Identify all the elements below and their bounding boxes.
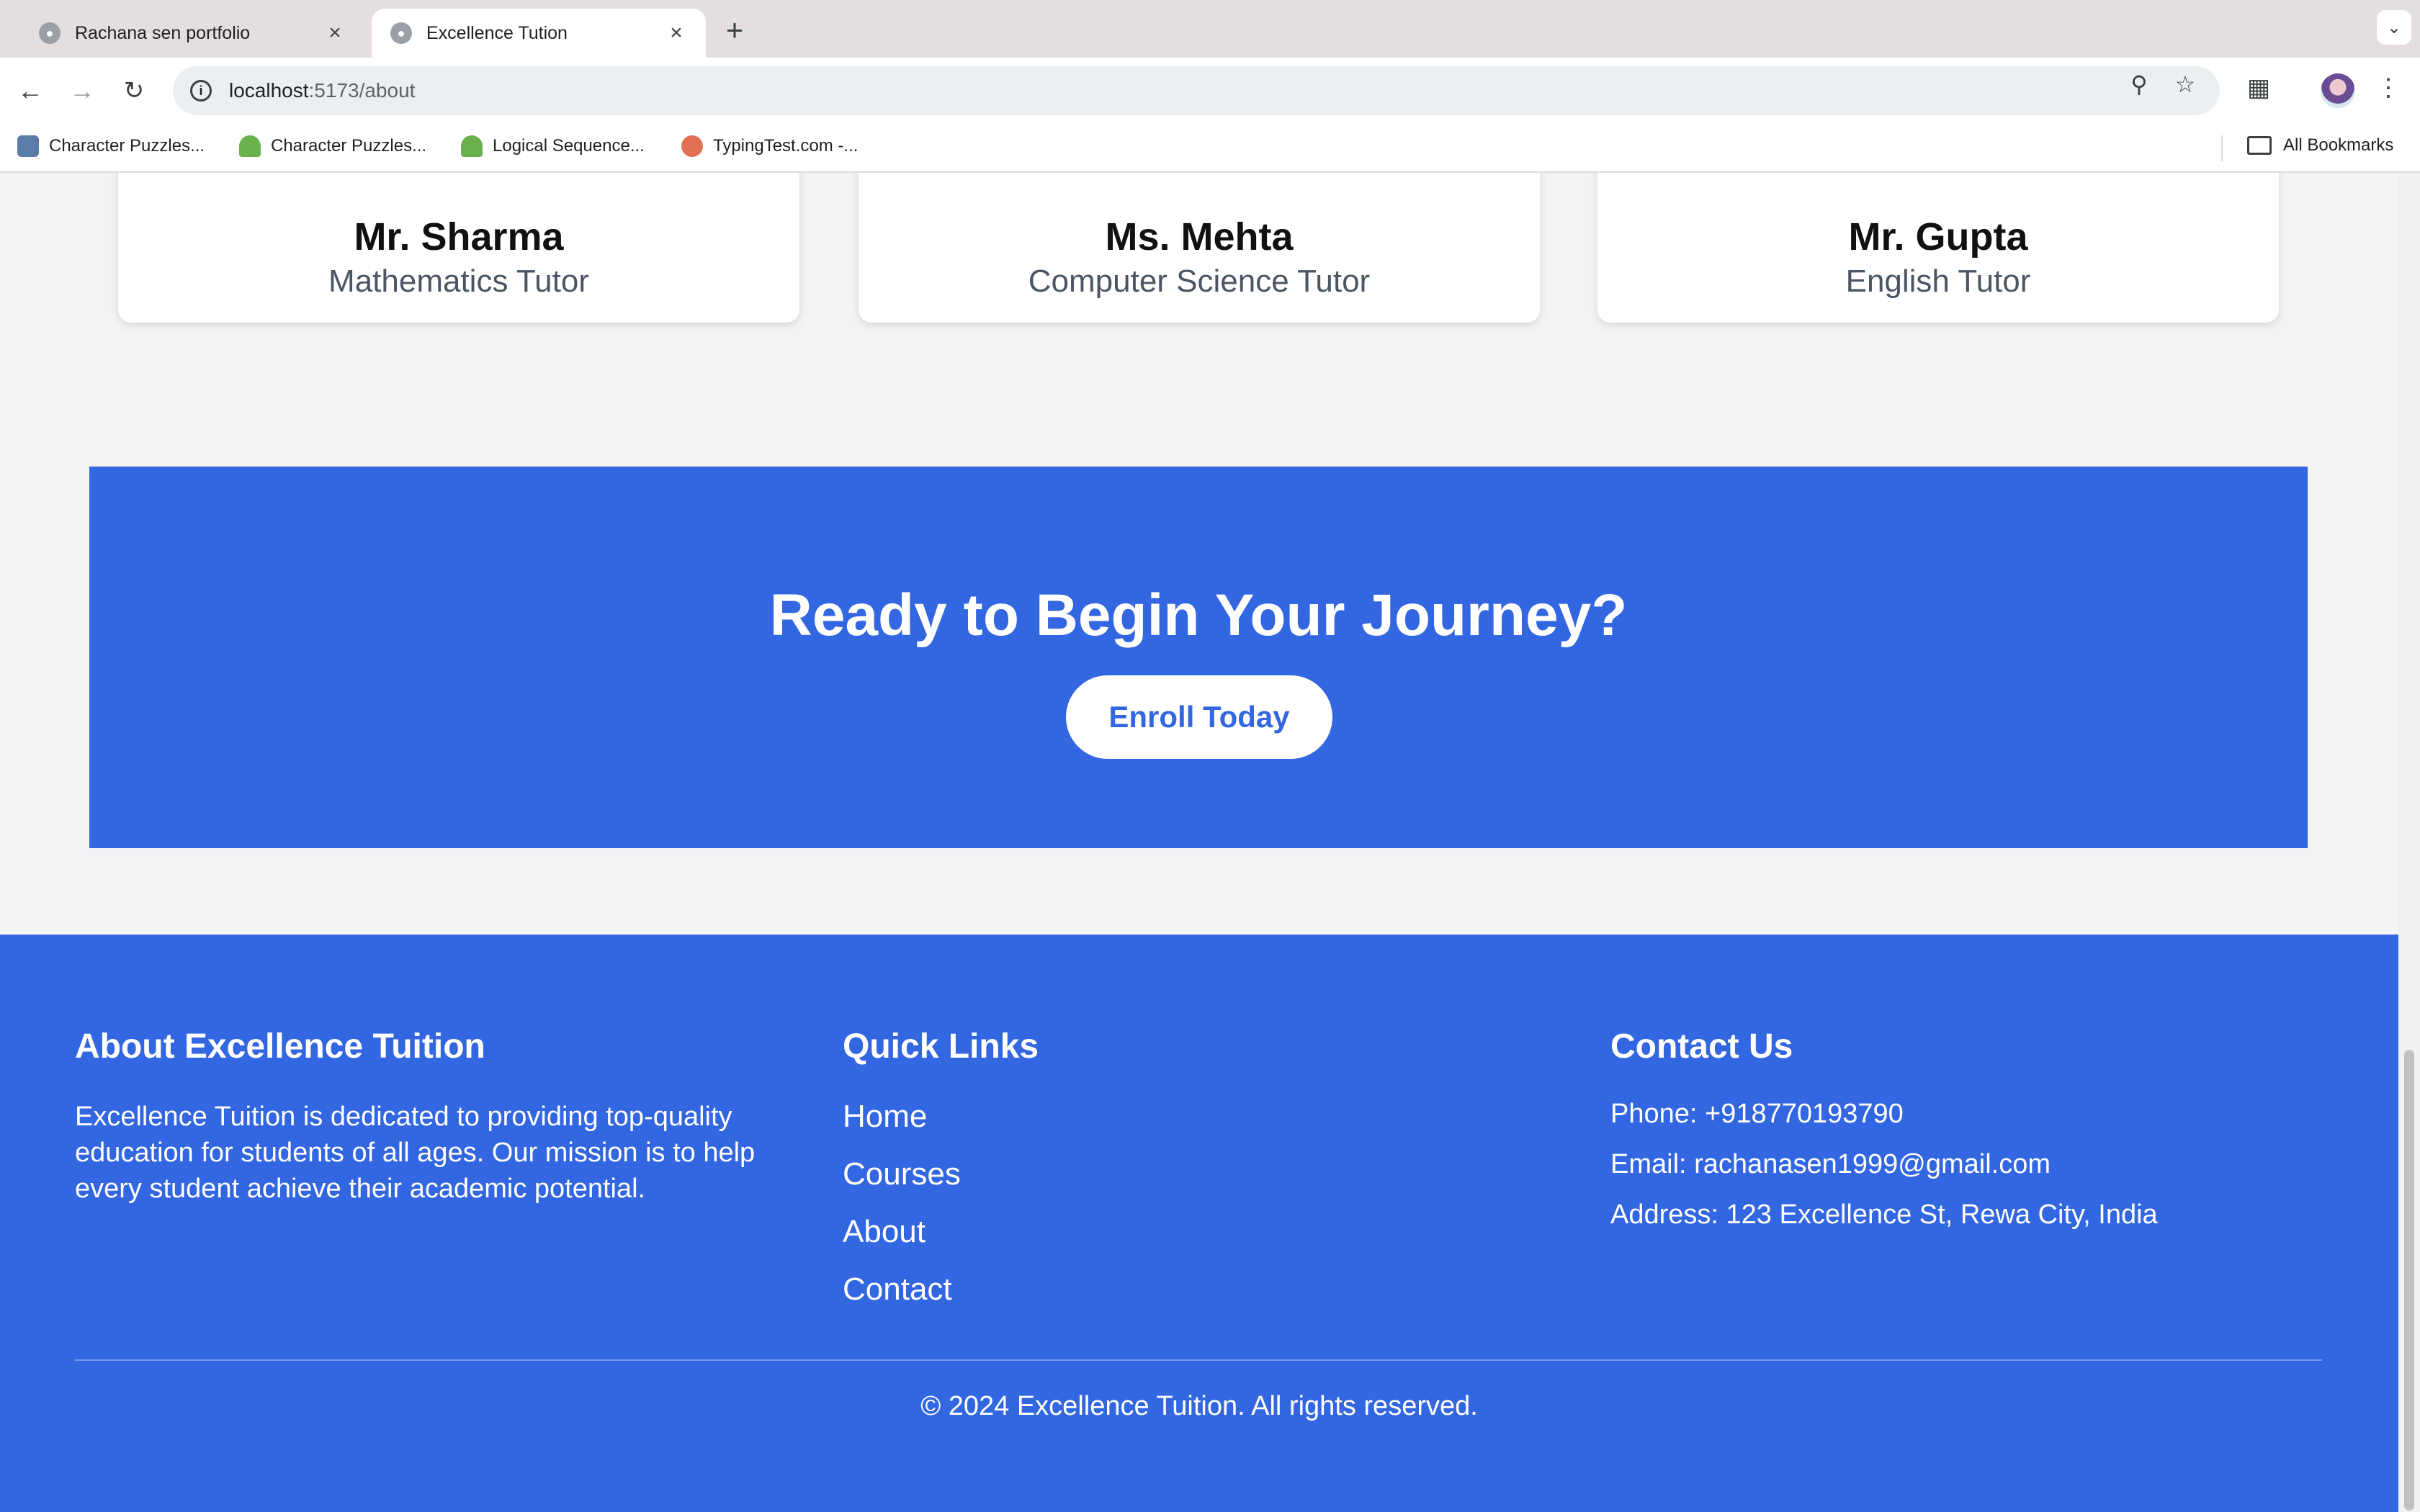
browser-toolbar: ← → ↻ i localhost:5173/about ⚲ ☆ ▦ ⋮ (0, 58, 2420, 124)
umbrella-icon (239, 135, 261, 157)
address-path: :5173/about (308, 79, 416, 102)
bookmarks-divider (2221, 135, 2223, 161)
footer-contact-heading: Contact Us (1610, 1027, 1793, 1066)
tab-strip: ● Rachana sen portfolio × ● Excellence T… (0, 0, 2420, 58)
footer-link-courses[interactable]: Courses (843, 1156, 961, 1192)
close-icon[interactable]: × (324, 21, 346, 45)
footer-copyright: © 2024 Excellence Tuition. All rights re… (920, 1391, 1478, 1421)
bookmark-label: Logical Sequence... (493, 136, 645, 156)
back-arrow-icon[interactable]: ← (13, 73, 48, 108)
menu-kebab-icon[interactable]: ⋮ (2371, 73, 2406, 108)
footer-contact-email: Email: rachanasen1999@gmail.com (1610, 1149, 2051, 1179)
scrollbar-thumb[interactable] (2404, 1050, 2414, 1511)
typingtest-favicon-icon (681, 135, 703, 157)
folder-icon (2247, 136, 2272, 155)
tutor-card: Mr. Gupta English Tutor (1597, 173, 2279, 323)
tab-title: Rachana sen portfolio (75, 22, 251, 43)
browser-tab[interactable]: ● Rachana sen portfolio × (20, 9, 364, 58)
footer-link-home[interactable]: Home (843, 1099, 927, 1135)
bookmark-label: TypingTest.com -... (713, 136, 859, 156)
footer-about-heading: About Excellence Tuition (75, 1027, 485, 1066)
zoom-icon[interactable]: ⚲ (2125, 71, 2154, 99)
forward-arrow-icon[interactable]: → (65, 73, 99, 108)
browser-tab-active[interactable]: ● Excellence Tution × (372, 9, 706, 58)
tutor-subject: Computer Science Tutor (1028, 264, 1371, 299)
globe-icon: ● (390, 22, 412, 44)
bookmark-item[interactable]: Character Puzzles... (239, 135, 426, 157)
tutor-name: Ms. Mehta (1105, 215, 1294, 258)
site-footer: About Excellence Tuition Excellence Tuit… (0, 935, 2398, 1512)
reload-icon[interactable]: ↻ (117, 73, 151, 108)
footer-contact-phone: Phone: +918770193790 (1610, 1099, 1904, 1129)
address-host: localhost (229, 79, 309, 102)
cta-title: Ready to Begin Your Journey? (769, 582, 1628, 648)
tutor-subject: Mathematics Tutor (328, 264, 589, 299)
bookmark-star-icon[interactable]: ☆ (2171, 71, 2200, 99)
all-bookmarks-button[interactable]: All Bookmarks (2247, 135, 2393, 156)
bookmark-label: Character Puzzles... (49, 136, 205, 156)
footer-contact-address: Address: 123 Excellence St, Rewa City, I… (1610, 1200, 2158, 1230)
footer-quick-links-heading: Quick Links (843, 1027, 1039, 1066)
tutor-card: Ms. Mehta Computer Science Tutor (859, 173, 1540, 323)
new-tab-button[interactable]: + (720, 13, 749, 48)
all-bookmarks-label: All Bookmarks (2283, 135, 2394, 155)
page-scrollbar[interactable] (2398, 173, 2420, 1512)
profile-avatar[interactable] (2321, 73, 2355, 108)
enroll-today-button[interactable]: Enroll Today (1066, 675, 1332, 759)
extensions-puzzle-icon[interactable]: ▦ (2241, 73, 2276, 108)
close-icon[interactable]: × (666, 21, 687, 45)
bookmark-item[interactable]: TypingTest.com -... (681, 135, 858, 157)
tab-title: Excellence Tution (426, 22, 568, 43)
page-viewport: Mr. Sharma Mathematics Tutor Ms. Mehta C… (0, 173, 2420, 1512)
bookmarks-bar: Character Puzzles... Character Puzzles..… (0, 124, 2420, 173)
tutor-name: Mr. Sharma (354, 215, 564, 258)
globe-icon: ● (39, 22, 60, 44)
cta-banner: Ready to Begin Your Journey? Enroll Toda… (89, 467, 2308, 848)
tutor-name: Mr. Gupta (1848, 215, 2028, 258)
address-bar[interactable]: i localhost:5173/about (173, 66, 2220, 115)
site-info-icon[interactable]: i (190, 80, 212, 102)
footer-link-about[interactable]: About (843, 1214, 926, 1250)
footer-divider (75, 1359, 2322, 1361)
bookmark-favicon-icon (17, 135, 39, 157)
umbrella-icon (461, 135, 483, 157)
tutor-card: Mr. Sharma Mathematics Tutor (118, 173, 799, 323)
bookmark-item[interactable]: Logical Sequence... (461, 135, 645, 157)
bookmark-item[interactable]: Character Puzzles... (17, 135, 205, 157)
footer-link-contact[interactable]: Contact (843, 1272, 952, 1308)
tab-search-chevron-icon[interactable]: ⌄ (2377, 10, 2411, 45)
bookmark-label: Character Puzzles... (271, 136, 427, 156)
footer-about-text: Excellence Tuition is dedicated to provi… (75, 1102, 756, 1204)
tutor-subject: English Tutor (1845, 264, 2031, 299)
